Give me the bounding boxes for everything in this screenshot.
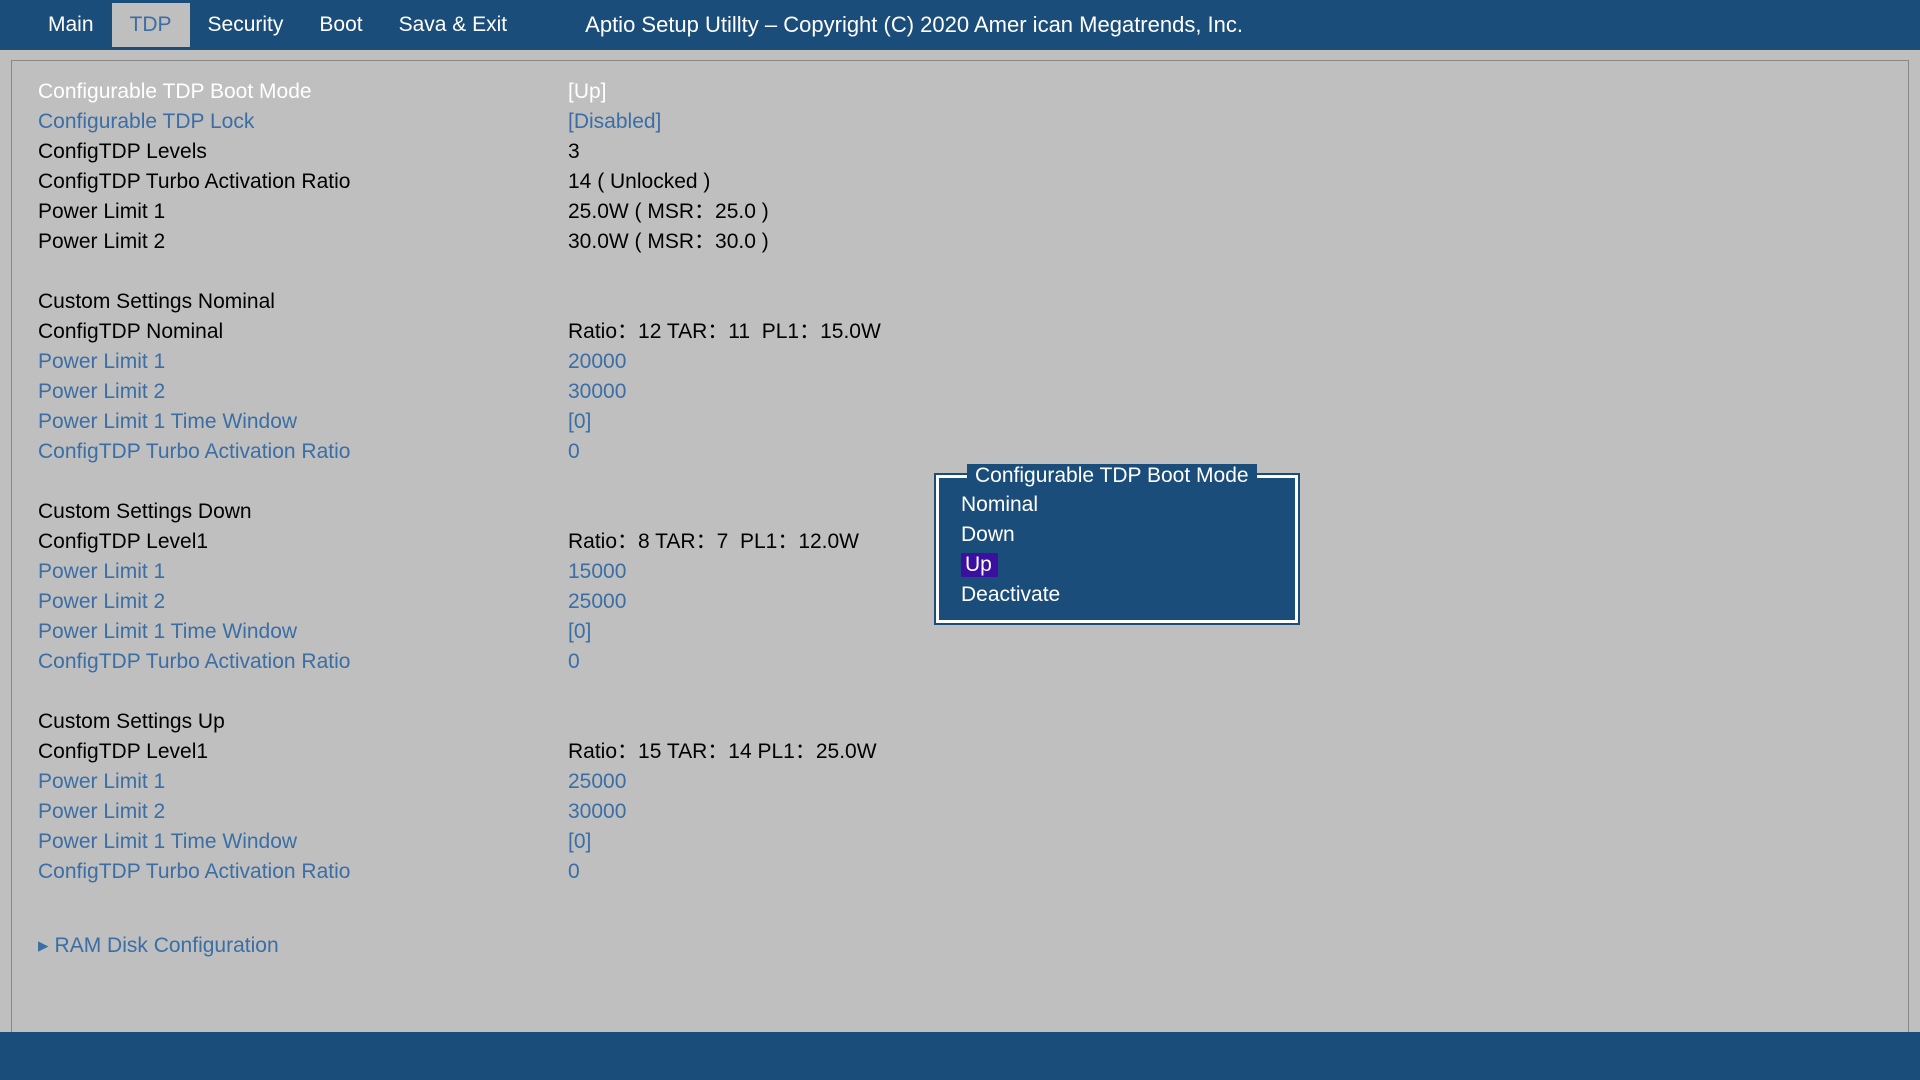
label-up-tar: ConfigTDP Turbo Activation Ratio [38,857,568,887]
label-nom-pl2: Power Limit 2 [38,377,568,407]
label-dn-cfg: ConfigTDP Level1 [38,527,568,557]
label-ram-disk: RAM Disk Configuration [55,931,279,961]
label-up-pl2: Power Limit 2 [38,797,568,827]
label-nom-pl1t: Power Limit 1 Time Window [38,407,568,437]
header-up: Custom Settings Up [38,707,568,737]
tab-save-exit[interactable]: Sava & Exit [381,3,526,47]
value-levels: 3 [568,137,1882,167]
value-nom-pl1t: [0] [568,407,1882,437]
label-nom-tar: ConfigTDP Turbo Activation Ratio [38,437,568,467]
popup-option-up[interactable]: Up [939,550,1295,580]
tab-boot[interactable]: Boot [301,3,380,47]
popup-option-down[interactable]: Down [939,520,1295,550]
tab-bar: Main TDP Security Boot Sava & Exit [30,3,525,47]
tab-security[interactable]: Security [190,3,302,47]
label-up-cfg: ConfigTDP Level1 [38,737,568,767]
row-nom-cfg: ConfigTDP Nominal Ratio：12 TAR：11 PL1：15… [38,317,1882,347]
popup-title: Configurable TDP Boot Mode [967,464,1257,488]
value-dn-tar: 0 [568,647,1882,677]
popup-option-nominal[interactable]: Nominal [939,490,1295,520]
settings-panel: Configurable TDP Boot Mode [Up] Configur… [11,60,1909,1040]
label-up-pl1: Power Limit 1 [38,767,568,797]
value-pl2: 30.0W ( MSR：30.0 ) [568,227,1882,257]
row-nom-pl1t[interactable]: Power Limit 1 Time Window [0] [38,407,1882,437]
value-up-tar: 0 [568,857,1882,887]
row-up-tar[interactable]: ConfigTDP Turbo Activation Ratio 0 [38,857,1882,887]
label-nom-cfg: ConfigTDP Nominal [38,317,568,347]
label-dn-pl1: Power Limit 1 [38,557,568,587]
row-up-pl1t[interactable]: Power Limit 1 Time Window [0] [38,827,1882,857]
row-nom-pl2[interactable]: Power Limit 2 30000 [38,377,1882,407]
row-nom-pl1[interactable]: Power Limit 1 20000 [38,347,1882,377]
row-nom-tar[interactable]: ConfigTDP Turbo Activation Ratio 0 [38,437,1882,467]
row-pl2: Power Limit 2 30.0W ( MSR：30.0 ) [38,227,1882,257]
popup-option-deactivate[interactable]: Deactivate [939,580,1295,610]
label-dn-tar: ConfigTDP Turbo Activation Ratio [38,647,568,677]
submenu-ram-disk[interactable]: ▸ RAM Disk Configuration [38,931,1882,961]
label-tdp-lock: Configurable TDP Lock [38,107,568,137]
value-nom-pl1: 20000 [568,347,1882,377]
label-tar: ConfigTDP Turbo Activation Ratio [38,167,568,197]
label-pl2: Power Limit 2 [38,227,568,257]
label-boot-mode: Configurable TDP Boot Mode [38,77,568,107]
value-nom-pl2: 30000 [568,377,1882,407]
label-dn-pl1t: Power Limit 1 Time Window [38,617,568,647]
value-boot-mode: [Up] [568,77,1882,107]
tab-tdp[interactable]: TDP [112,3,190,47]
label-up-pl1t: Power Limit 1 Time Window [38,827,568,857]
row-up-cfg: ConfigTDP Level1 Ratio：15 TAR：14 PL1：25.… [38,737,1882,767]
value-up-pl1: 25000 [568,767,1882,797]
popup-boot-mode: Configurable TDP Boot Mode Nominal Down … [932,471,1302,627]
value-up-pl2: 30000 [568,797,1882,827]
header-down: Custom Settings Down [38,497,568,527]
value-nom-tar: 0 [568,437,1882,467]
label-nom-pl1: Power Limit 1 [38,347,568,377]
tab-main[interactable]: Main [30,3,112,47]
label-pl1: Power Limit 1 [38,197,568,227]
chevron-right-icon: ▸ [38,931,49,961]
row-dn-tar[interactable]: ConfigTDP Turbo Activation Ratio 0 [38,647,1882,677]
row-pl1: Power Limit 1 25.0W ( MSR：25.0 ) [38,197,1882,227]
value-up-cfg: Ratio：15 TAR：14 PL1：25.0W [568,737,1882,767]
row-tdp-lock[interactable]: Configurable TDP Lock [Disabled] [38,107,1882,137]
label-levels: ConfigTDP Levels [38,137,568,167]
row-levels: ConfigTDP Levels 3 [38,137,1882,167]
value-tar: 14 ( Unlocked ) [568,167,1882,197]
value-up-pl1t: [0] [568,827,1882,857]
row-boot-mode[interactable]: Configurable TDP Boot Mode [Up] [38,77,1882,107]
row-up-pl2[interactable]: Power Limit 2 30000 [38,797,1882,827]
value-nom-cfg: Ratio：12 TAR：11 PL1：15.0W [568,317,1882,347]
row-tar: ConfigTDP Turbo Activation Ratio 14 ( Un… [38,167,1882,197]
row-up-pl1[interactable]: Power Limit 1 25000 [38,767,1882,797]
value-tdp-lock: [Disabled] [568,107,1882,137]
header-bar: Main TDP Security Boot Sava & Exit Aptio… [0,0,1920,50]
app-title: Aptio Setup Utillty – Copyright (C) 2020… [585,12,1243,38]
value-pl1: 25.0W ( MSR：25.0 ) [568,197,1882,227]
footer-bar [0,1032,1920,1080]
header-nominal: Custom Settings Nominal [38,287,568,317]
label-dn-pl2: Power Limit 2 [38,587,568,617]
